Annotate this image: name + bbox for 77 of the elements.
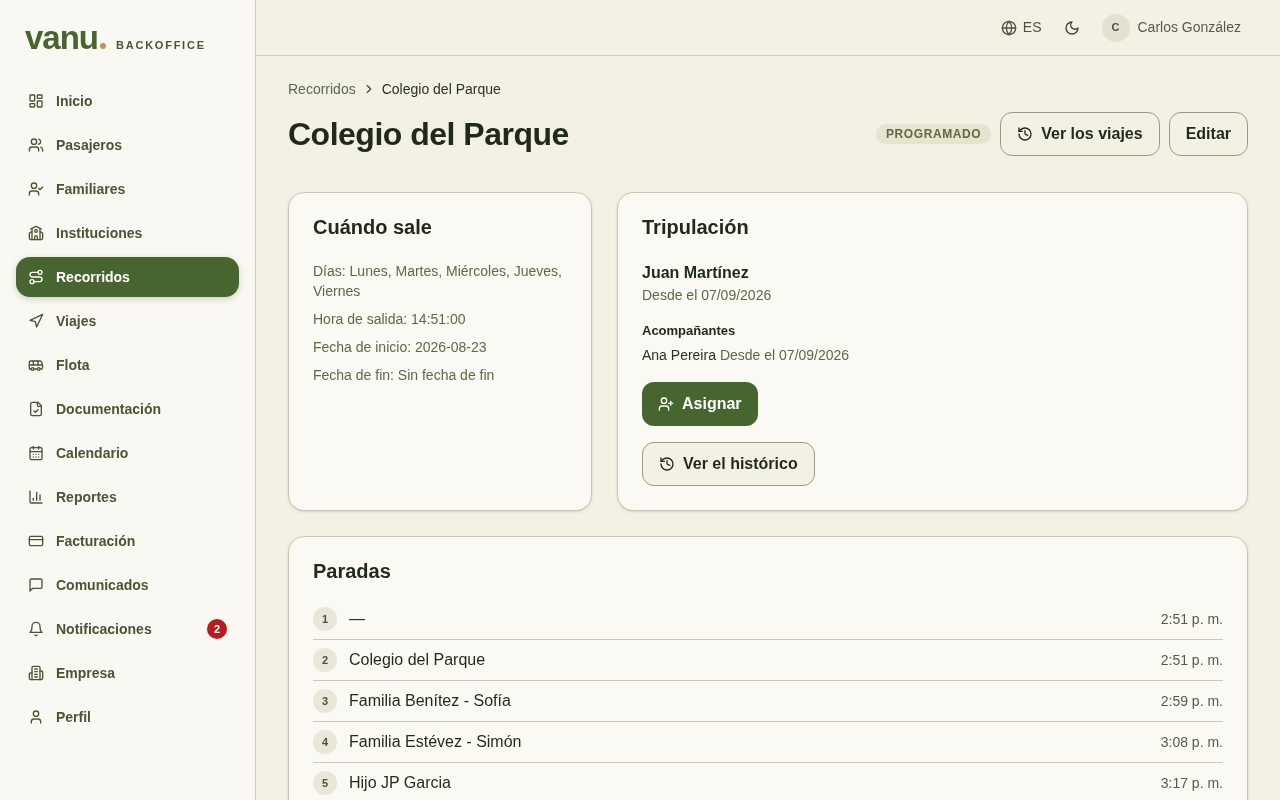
stop-name: Familia Benítez - Sofía [349, 691, 511, 711]
sidebar-nav-item[interactable]: Notificaciones 2 [16, 609, 239, 649]
stop-number: 5 [313, 771, 337, 795]
schedule-detail: Hora de salida: 14:51:00 [313, 310, 467, 329]
sidebar-nav-item[interactable]: Flota [16, 345, 239, 385]
schedule-detail: Días: Lunes, Martes, Miércoles, Jueves, Viernes [313, 262, 563, 301]
user-menu-button[interactable]: C Carlos González [1101, 13, 1241, 42]
language-selector[interactable]: ES [1000, 17, 1042, 38]
theme-toggle-button[interactable] [1063, 19, 1080, 36]
breadcrumb-link[interactable]: Recorridos [288, 79, 356, 99]
sidebar-nav-item[interactable]: Pasajeros [16, 125, 239, 165]
sidebar-nav-item[interactable]: Empresa [16, 653, 239, 693]
stop-time: 3:17 p. m. [1160, 773, 1223, 793]
navigation-arrow-icon [28, 313, 44, 329]
stop-number: 2 [313, 648, 337, 672]
status-badge: PROGRAMADO [875, 124, 992, 144]
stop-name: Colegio del Parque [349, 650, 486, 670]
stop-time: 2:59 p. m. [1160, 691, 1223, 711]
sidebar-nav-item[interactable]: Inicio [16, 81, 239, 121]
stop-name: — [349, 609, 365, 629]
stop-number: 4 [313, 730, 337, 754]
breadcrumb-current: Colegio del Parque [381, 80, 501, 99]
sidebar-nav-item[interactable]: Facturación [16, 521, 239, 561]
stop-time: 2:51 p. m. [1160, 609, 1223, 629]
user-avatar: C [1101, 13, 1130, 42]
assign-button[interactable]: Asignar [642, 382, 758, 426]
school-building-icon [28, 225, 44, 241]
driver-name: Juan Martínez [642, 263, 749, 283]
users-icon [28, 137, 44, 153]
chat-bubble-icon [28, 577, 44, 593]
sidebar-nav-item[interactable]: Documentación [16, 389, 239, 429]
sidebar-nav-item[interactable]: Comunicados [16, 565, 239, 605]
schedule-detail: Fecha de fin: Sin fecha de fin [313, 366, 496, 385]
logo-subtitle: BACKOFFICE [116, 38, 206, 53]
companions-heading: Acompañantes [642, 322, 736, 340]
sidebar-nav-item[interactable]: Calendario [16, 433, 239, 473]
building-icon [28, 665, 44, 681]
card-title: Tripulación [642, 215, 749, 240]
moon-icon [1063, 19, 1080, 36]
bar-chart-icon [28, 489, 44, 505]
stop-time: 3:08 p. m. [1160, 732, 1223, 752]
stop-number: 3 [313, 689, 337, 713]
stop-time: 2:51 p. m. [1160, 650, 1223, 670]
logo-wordmark: vanu [25, 21, 99, 54]
page-title: Colegio del Parque [288, 115, 569, 154]
user-icon [28, 709, 44, 725]
credit-card-icon [28, 533, 44, 549]
history-icon [1017, 126, 1034, 142]
sidebar-nav-item[interactable]: Familiares [16, 169, 239, 209]
notification-count-badge: 2 [207, 619, 227, 639]
view-trips-button[interactable]: Ver los viajes [1000, 112, 1160, 156]
card-title: Paradas [313, 559, 392, 584]
sidebar-nav-item[interactable]: Instituciones [16, 213, 239, 253]
view-history-button[interactable]: Ver el histórico [642, 442, 815, 486]
user-plus-icon [658, 396, 674, 412]
driver-since-date: Desde el 07/09/2026 [642, 286, 772, 305]
companion-name: Ana Pereira [642, 346, 716, 365]
stop-number: 1 [313, 607, 337, 631]
card-title: Cuándo sale [313, 215, 433, 240]
user-check-icon [28, 181, 44, 197]
schedule-detail: Fecha de inicio: 2026-08-23 [313, 338, 488, 357]
globe-icon [1000, 19, 1017, 36]
sidebar-nav-item[interactable]: Reportes [16, 477, 239, 517]
history-icon [659, 456, 675, 472]
sidebar-nav-item[interactable]: Viajes [16, 301, 239, 341]
grid-icon [28, 93, 44, 109]
route-icon [28, 269, 44, 285]
companion-since-date: Desde el 07/09/2026 [719, 346, 850, 365]
calendar-icon [28, 445, 44, 461]
sidebar-nav-item[interactable]: Perfil [16, 697, 239, 737]
file-check-icon [28, 401, 44, 417]
stop-name: Hijo JP Garcia [349, 773, 451, 793]
edit-button[interactable]: Editar [1168, 112, 1248, 156]
sidebar-nav-item[interactable]: Recorridos [16, 257, 239, 297]
bus-icon [28, 357, 44, 373]
stop-name: Familia Estévez - Simón [349, 732, 522, 752]
bell-icon [28, 621, 44, 637]
